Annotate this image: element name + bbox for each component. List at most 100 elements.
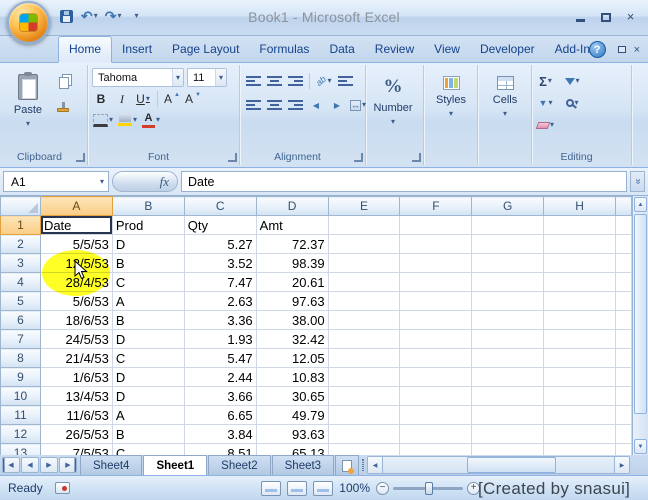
font-name-select[interactable]: Tahoma ▾: [92, 68, 184, 87]
align-middle-button[interactable]: [265, 72, 283, 90]
undo-button[interactable]: ↶▾: [79, 6, 100, 26]
cell-E3[interactable]: [328, 254, 400, 273]
row-header-7[interactable]: 7: [1, 330, 41, 349]
cell-E4[interactable]: [328, 273, 400, 292]
cell-C7[interactable]: 1.93: [184, 330, 256, 349]
cell-A2[interactable]: 5/5/53: [40, 235, 112, 254]
grow-font-button[interactable]: A▲: [163, 90, 181, 108]
cell-H5[interactable]: [544, 292, 616, 311]
font-size-select[interactable]: 11 ▾: [187, 68, 227, 87]
fill-color-button[interactable]: ▾: [117, 111, 138, 129]
bold-button[interactable]: B: [92, 90, 110, 108]
wrap-text-button[interactable]: [336, 72, 354, 90]
row-header-3[interactable]: 3: [1, 254, 41, 273]
cell-B9[interactable]: D: [112, 368, 184, 387]
cell-F12[interactable]: [400, 425, 472, 444]
cell-H2[interactable]: [544, 235, 616, 254]
cell-A9[interactable]: 1/6/53: [40, 368, 112, 387]
cell-D10[interactable]: 30.65: [256, 387, 328, 406]
align-right-button[interactable]: [286, 96, 304, 114]
cell-G8[interactable]: [472, 349, 544, 368]
maximize-button[interactable]: [598, 9, 613, 22]
cell-B12[interactable]: B: [112, 425, 184, 444]
format-painter-button[interactable]: [54, 98, 72, 116]
cell-E2[interactable]: [328, 235, 400, 254]
cell-B4[interactable]: C: [112, 273, 184, 292]
redo-button[interactable]: ↷▾: [103, 6, 124, 26]
cell-H4[interactable]: [544, 273, 616, 292]
cell-A8[interactable]: 21/4/53: [40, 349, 112, 368]
column-header-H[interactable]: H: [544, 197, 616, 216]
cell-B11[interactable]: A: [112, 406, 184, 425]
vertical-scrollbar[interactable]: ▲ ▼: [632, 196, 648, 455]
cell-E7[interactable]: [328, 330, 400, 349]
cell-H13[interactable]: [544, 444, 616, 456]
cell-E5[interactable]: [328, 292, 400, 311]
cell-G2[interactable]: [472, 235, 544, 254]
cell-G13[interactable]: [472, 444, 544, 456]
cell-D6[interactable]: 38.00: [256, 311, 328, 330]
scroll-right-button[interactable]: ▶: [614, 457, 629, 473]
cell-A10[interactable]: 13/4/53: [40, 387, 112, 406]
scroll-up-button[interactable]: ▲: [634, 197, 647, 212]
cell-D8[interactable]: 12.05: [256, 349, 328, 368]
cell-G4[interactable]: [472, 273, 544, 292]
cell-D2[interactable]: 72.37: [256, 235, 328, 254]
cell-G10[interactable]: [472, 387, 544, 406]
cell-D5[interactable]: 97.63: [256, 292, 328, 311]
cell-C3[interactable]: 3.52: [184, 254, 256, 273]
insert-worksheet-button[interactable]: [335, 455, 359, 475]
column-header-E[interactable]: E: [328, 197, 400, 216]
paste-button[interactable]: Paste ▾: [6, 68, 50, 146]
cell-F9[interactable]: [400, 368, 472, 387]
expand-formula-bar-button[interactable]: »: [630, 171, 645, 192]
horizontal-scrollbar[interactable]: ◀ ▶: [367, 456, 630, 474]
cell-A1[interactable]: Date: [40, 216, 112, 235]
office-button[interactable]: [7, 1, 50, 44]
number-dialog-launcher[interactable]: [412, 153, 421, 162]
cell-D9[interactable]: 10.83: [256, 368, 328, 387]
cell-D4[interactable]: 20.61: [256, 273, 328, 292]
cell-E10[interactable]: [328, 387, 400, 406]
cell-C2[interactable]: 5.27: [184, 235, 256, 254]
row-header-8[interactable]: 8: [1, 349, 41, 368]
find-select-button[interactable]: ▾: [563, 94, 581, 112]
ribbon-tab-view[interactable]: View: [424, 36, 470, 62]
tab-scrollbar-splitter[interactable]: [359, 455, 367, 475]
clear-button[interactable]: ▾: [536, 116, 555, 134]
insert-function-button[interactable]: fx: [112, 171, 178, 192]
row-header-5[interactable]: 5: [1, 292, 41, 311]
ribbon-tab-review[interactable]: Review: [365, 36, 424, 62]
cell-E12[interactable]: [328, 425, 400, 444]
cell-H12[interactable]: [544, 425, 616, 444]
row-header-10[interactable]: 10: [1, 387, 41, 406]
cell-H10[interactable]: [544, 387, 616, 406]
cell-A5[interactable]: 5/6/53: [40, 292, 112, 311]
cell-F6[interactable]: [400, 311, 472, 330]
cell-D13[interactable]: 65.13: [256, 444, 328, 456]
cell-F8[interactable]: [400, 349, 472, 368]
cell-B7[interactable]: D: [112, 330, 184, 349]
cell-E6[interactable]: [328, 311, 400, 330]
next-sheet-button[interactable]: ▶: [40, 457, 58, 473]
fill-button[interactable]: ▼▾: [536, 94, 555, 112]
font-color-button[interactable]: A ▾: [141, 111, 161, 129]
cell-G12[interactable]: [472, 425, 544, 444]
name-box[interactable]: A1 ▾: [3, 171, 109, 192]
column-header-G[interactable]: G: [472, 197, 544, 216]
cell-F11[interactable]: [400, 406, 472, 425]
merge-center-button[interactable]: ↔▾: [349, 96, 367, 114]
cell-H1[interactable]: [544, 216, 616, 235]
row-header-6[interactable]: 6: [1, 311, 41, 330]
cell-C1[interactable]: Qty: [184, 216, 256, 235]
minimize-button[interactable]: [573, 9, 588, 22]
last-sheet-button[interactable]: ▶: [59, 457, 77, 473]
column-header-D[interactable]: D: [256, 197, 328, 216]
cell-H8[interactable]: [544, 349, 616, 368]
cell-G6[interactable]: [472, 311, 544, 330]
ribbon-tab-insert[interactable]: Insert: [112, 36, 162, 62]
cell-G11[interactable]: [472, 406, 544, 425]
sort-filter-button[interactable]: ▾: [563, 72, 581, 90]
orientation-button[interactable]: ab▾: [315, 72, 333, 90]
cell-A13[interactable]: 7/5/53: [40, 444, 112, 456]
